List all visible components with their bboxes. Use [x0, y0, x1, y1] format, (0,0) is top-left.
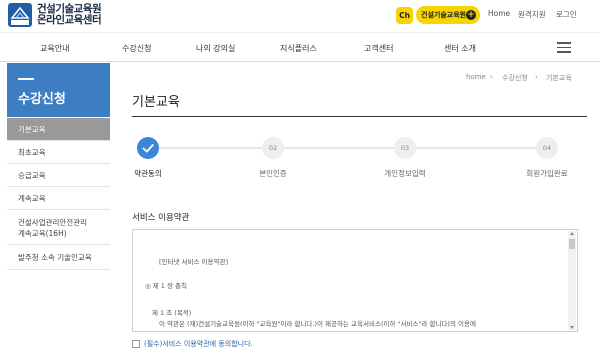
nav-item-customer-center[interactable]: 고객센터: [364, 43, 393, 54]
terms-chapter: ◎ 제 1 장 총칙: [145, 282, 187, 290]
sidebar-title: 수강신청: [18, 92, 66, 107]
terms-scrollbar[interactable]: [568, 231, 576, 330]
main-nav: 교육안내 수강신청 나의 강의실 지식플러스 고객센터 센터 소개: [0, 32, 600, 62]
terms-textbox[interactable]: [인터넷 서비스 이용약관] ◎ 제 1 장 총칙 제 1 조 (목적) 이 약…: [132, 229, 578, 332]
scroll-down-icon[interactable]: [570, 326, 574, 329]
sidebar-item-promotion[interactable]: 승급교육: [7, 164, 110, 187]
nav-item-registration[interactable]: 수강신청: [122, 43, 151, 54]
scroll-thumb[interactable]: [569, 239, 575, 249]
sidebar-item-safety-label-2: 계속교육(16H): [18, 229, 67, 238]
breadcrumb-home[interactable]: home: [466, 73, 486, 81]
channel-chat-button[interactable]: Ch: [396, 7, 413, 24]
step-1-label: 약관동의: [134, 169, 162, 178]
step-4-label: 회원가입완료: [526, 169, 568, 178]
terms-body-line: 이 약관은 (재)건설기술교육원(이하 "교육원"이라 합니다.)이 제공하는 …: [159, 320, 476, 328]
logo-mark-icon: [8, 3, 32, 27]
sidebar-item-safety-management[interactable]: 건설사업관리안전관리 계속교육(16H): [7, 210, 110, 245]
terms-section-title: 서비스 이용약관: [132, 213, 190, 223]
logo-line-2: 온라인교육센터: [37, 14, 102, 26]
page-title: 기본교육: [132, 95, 180, 110]
sidebar-item-initial[interactable]: 최초교육: [7, 141, 110, 164]
sidebar-item-basic[interactable]: 기본교육: [7, 118, 110, 141]
step-3-label: 개인정보입력: [384, 169, 426, 178]
chevron-right-icon: ›: [535, 73, 538, 81]
sidebar-header: 수강신청: [7, 63, 110, 117]
chevron-right-icon: ›: [490, 73, 493, 81]
terms-heading: [인터넷 서비스 이용약관]: [159, 258, 229, 266]
terms-agree-row[interactable]: (필수)서비스 이용약관에 동의합니다.: [132, 339, 253, 349]
institute-link-label: 건설기술교육원: [421, 11, 467, 19]
breadcrumb-registration[interactable]: 수강신청: [502, 73, 528, 83]
nav-item-education-info[interactable]: 교육안내: [40, 43, 69, 54]
sidebar-item-client-org[interactable]: 발주청 소속 기술인교육: [7, 245, 110, 270]
step-3-circle: 03: [394, 137, 416, 159]
top-bar: 건설기술교육원 온라인교육센터 Ch 건설기술교육원 + Home 원격지원 로…: [0, 0, 600, 32]
terms-article: 제 1 조 (목적): [152, 309, 192, 317]
check-icon: [142, 144, 154, 153]
breadcrumb-current: 기본교육: [546, 74, 572, 82]
plus-icon: +: [466, 10, 476, 20]
sidebar-item-safety-label-1: 건설사업관리안전관리: [18, 218, 87, 227]
nav-item-center-intro[interactable]: 센터 소개: [444, 43, 476, 54]
step-4-circle: 04: [536, 137, 558, 159]
step-2-label: 본인인증: [259, 169, 287, 178]
login-link[interactable]: 로그인: [556, 9, 577, 20]
terms-agree-checkbox[interactable]: [132, 340, 140, 348]
home-link[interactable]: Home: [488, 9, 510, 18]
terms-agree-label[interactable]: (필수)서비스 이용약관에 동의합니다.: [144, 339, 253, 349]
sidebar-item-continuing[interactable]: 계속교육: [7, 187, 110, 210]
site-logo[interactable]: 건설기술교육원 온라인교육센터: [8, 3, 102, 27]
step-progress-line: [148, 147, 548, 149]
nav-item-my-classroom[interactable]: 나의 강의실: [196, 43, 235, 54]
nav-item-knowledge-plus[interactable]: 지식플러스: [280, 43, 317, 54]
menu-icon[interactable]: [557, 42, 571, 53]
title-divider: [132, 116, 587, 117]
step-2-circle: 02: [262, 137, 284, 159]
step-1-circle: [137, 137, 159, 159]
scroll-up-icon[interactable]: [570, 232, 574, 235]
remote-support-link[interactable]: 원격지원: [518, 9, 546, 20]
institute-link-pill[interactable]: 건설기술교육원 +: [416, 6, 480, 24]
